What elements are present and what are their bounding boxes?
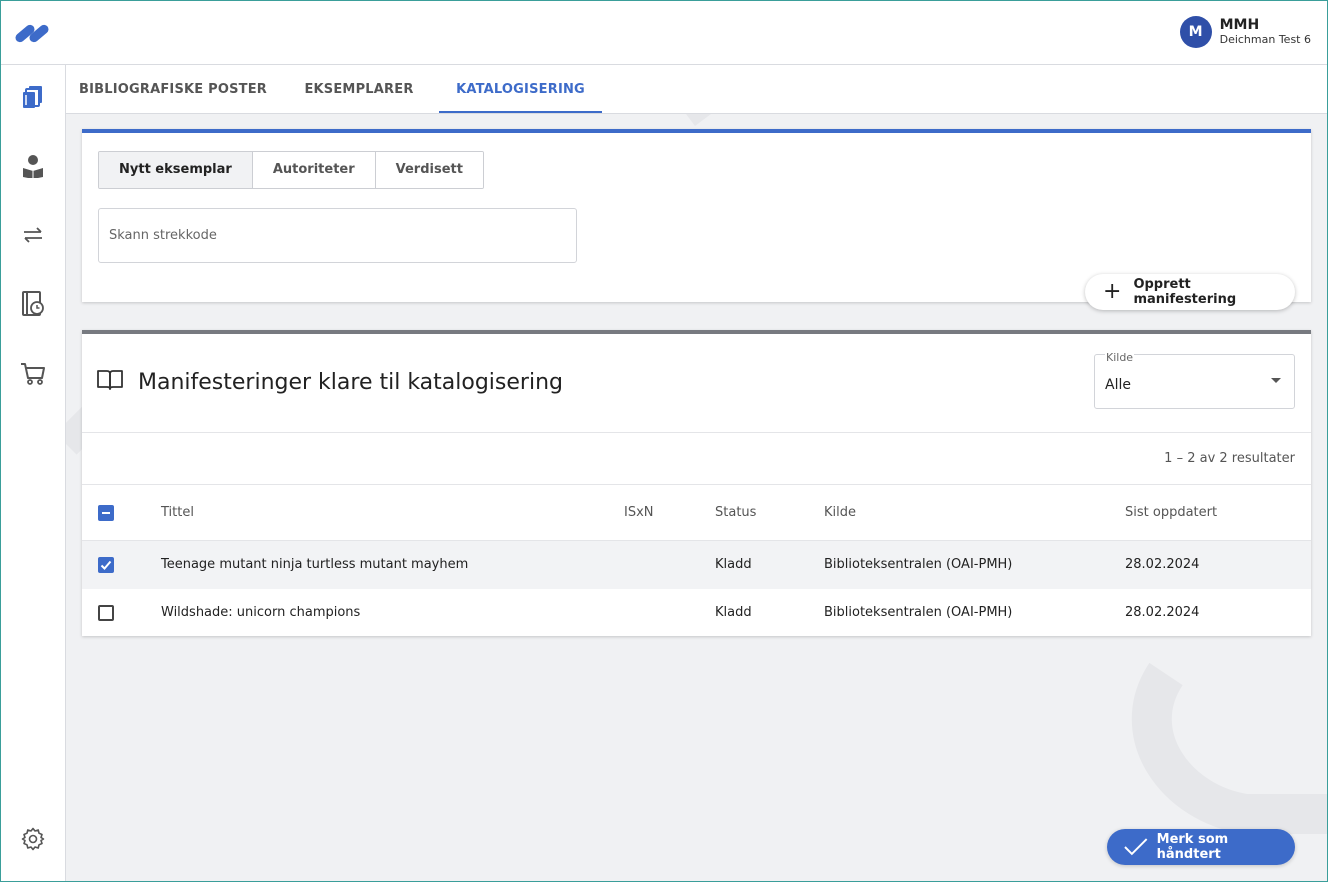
sidebar <box>0 65 66 882</box>
list-title: Manifesteringer klare til katalogisering <box>138 370 563 395</box>
column-header-tittel[interactable]: Tittel <box>161 505 194 520</box>
book-clock-icon[interactable] <box>20 291 46 317</box>
select-all-checkbox[interactable] <box>98 505 114 521</box>
plus-icon: + <box>1103 279 1122 304</box>
gear-icon[interactable] <box>20 826 46 852</box>
row-status: Kladd <box>715 605 752 620</box>
row-status: Kladd <box>715 557 752 572</box>
row-source: Biblioteksentralen (OAI-PMH) <box>824 605 1013 620</box>
segment-verdisett[interactable]: Verdisett <box>375 152 483 188</box>
results-count: 1 – 2 av 2 resultater <box>1164 451 1295 466</box>
avatar[interactable]: M <box>1179 16 1212 48</box>
barcode-scan-input[interactable] <box>98 208 577 263</box>
row-source: Biblioteksentralen (OAI-PMH) <box>824 557 1013 572</box>
column-header-kilde[interactable]: Kilde <box>824 505 856 520</box>
row-checkbox[interactable] <box>98 605 114 621</box>
table-row[interactable]: Teenage mutant ninja turtless mutant may… <box>82 541 1311 589</box>
results-bar: 1 – 2 av 2 resultater <box>82 433 1311 485</box>
mark-handled-label: Merk som håndtert <box>1156 832 1229 862</box>
tab-bibliografiske-poster[interactable]: BIBLIOGRAFISKE POSTER <box>66 65 280 113</box>
checkmark-icon <box>1124 838 1148 856</box>
segment-nytt-eksemplar[interactable]: Nytt eksemplar <box>99 152 253 188</box>
transfer-icon[interactable] <box>20 222 46 248</box>
column-header-isxn[interactable]: ISxN <box>624 505 654 520</box>
cart-icon[interactable] <box>20 361 46 387</box>
row-checkbox[interactable] <box>98 557 114 573</box>
create-manifestation-button[interactable]: + Opprett manifestering <box>1085 274 1295 310</box>
row-updated: 28.02.2024 <box>1125 557 1200 572</box>
row-title: Teenage mutant ninja turtless mutant may… <box>161 557 469 572</box>
tab-eksemplarer[interactable]: EKSEMPLARER <box>292 65 426 113</box>
reader-icon[interactable] <box>20 153 46 179</box>
row-title: Wildshade: unicorn champions <box>161 605 361 620</box>
manifestation-list-card: Manifesteringer klare til katalogisering… <box>82 330 1311 636</box>
main-tabs: BIBLIOGRAFISKE POSTER EKSEMPLARER KATALO… <box>66 65 1328 114</box>
user-organization: Deichman Test 6 <box>1219 33 1311 46</box>
chevron-down-icon <box>1271 378 1281 383</box>
catalog-mode-segmented: Nytt eksemplar Autoriteter Verdisett <box>98 151 484 189</box>
mark-handled-button[interactable]: Merk som håndtert <box>1107 829 1295 865</box>
user-menu[interactable]: M MMH Deichman Test 6 <box>1179 16 1311 48</box>
source-select[interactable]: Kilde Alle <box>1094 351 1295 409</box>
segment-autoriteter[interactable]: Autoriteter <box>252 152 376 188</box>
tab-katalogisering[interactable]: KATALOGISERING <box>439 65 602 113</box>
open-book-icon <box>96 368 124 396</box>
source-select-value: Alle <box>1105 377 1131 393</box>
source-select-label: Kilde <box>1105 351 1135 364</box>
app-logo-icon[interactable] <box>14 22 52 44</box>
list-header: Manifesteringer klare til katalogisering… <box>82 334 1311 433</box>
column-header-status[interactable]: Status <box>715 505 756 520</box>
user-name: MMH <box>1219 17 1260 33</box>
row-updated: 28.02.2024 <box>1125 605 1200 620</box>
table-row[interactable]: Wildshade: unicorn champions Kladd Bibli… <box>82 589 1311 637</box>
top-bar: M MMH Deichman Test 6 <box>0 0 1328 65</box>
table-header: Tittel ISxN Status Kilde Sist oppdatert <box>82 485 1311 541</box>
column-header-sist-oppdatert[interactable]: Sist oppdatert <box>1125 505 1217 520</box>
books-icon[interactable] <box>20 84 46 110</box>
create-manifestation-label: Opprett manifestering <box>1133 277 1237 307</box>
